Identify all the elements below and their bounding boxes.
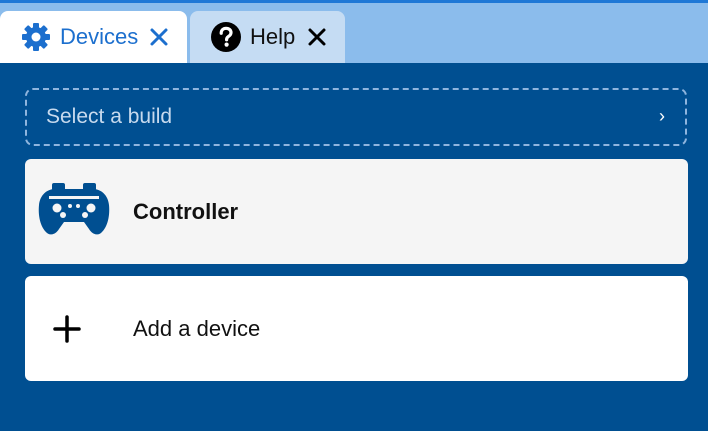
tab-devices[interactable]: Devices xyxy=(0,11,187,63)
question-circle-icon xyxy=(210,21,242,53)
tab-help-label: Help xyxy=(250,24,296,49)
gamepad-icon xyxy=(37,179,111,243)
tab-bar: Devices Help xyxy=(0,3,708,63)
devices-panel: Select a build › Controller Add a device xyxy=(0,63,708,431)
device-card-controller[interactable]: Controller xyxy=(25,159,688,264)
build-selector[interactable]: Select a build › xyxy=(25,88,687,146)
app-window: Devices Help Select a build › Controller… xyxy=(0,0,708,431)
add-device-label: Add a device xyxy=(133,316,261,341)
add-device-button[interactable]: Add a device xyxy=(25,276,688,381)
chevron-right-icon: › xyxy=(659,106,665,126)
close-icon[interactable] xyxy=(147,25,171,49)
plus-icon xyxy=(52,314,82,344)
device-label: Controller xyxy=(133,199,239,224)
build-selector-placeholder: Select a build xyxy=(46,105,173,128)
tab-devices-label: Devices xyxy=(60,24,139,49)
tab-help[interactable]: Help xyxy=(190,11,345,63)
gear-icon xyxy=(20,21,52,53)
close-icon[interactable] xyxy=(305,25,329,49)
